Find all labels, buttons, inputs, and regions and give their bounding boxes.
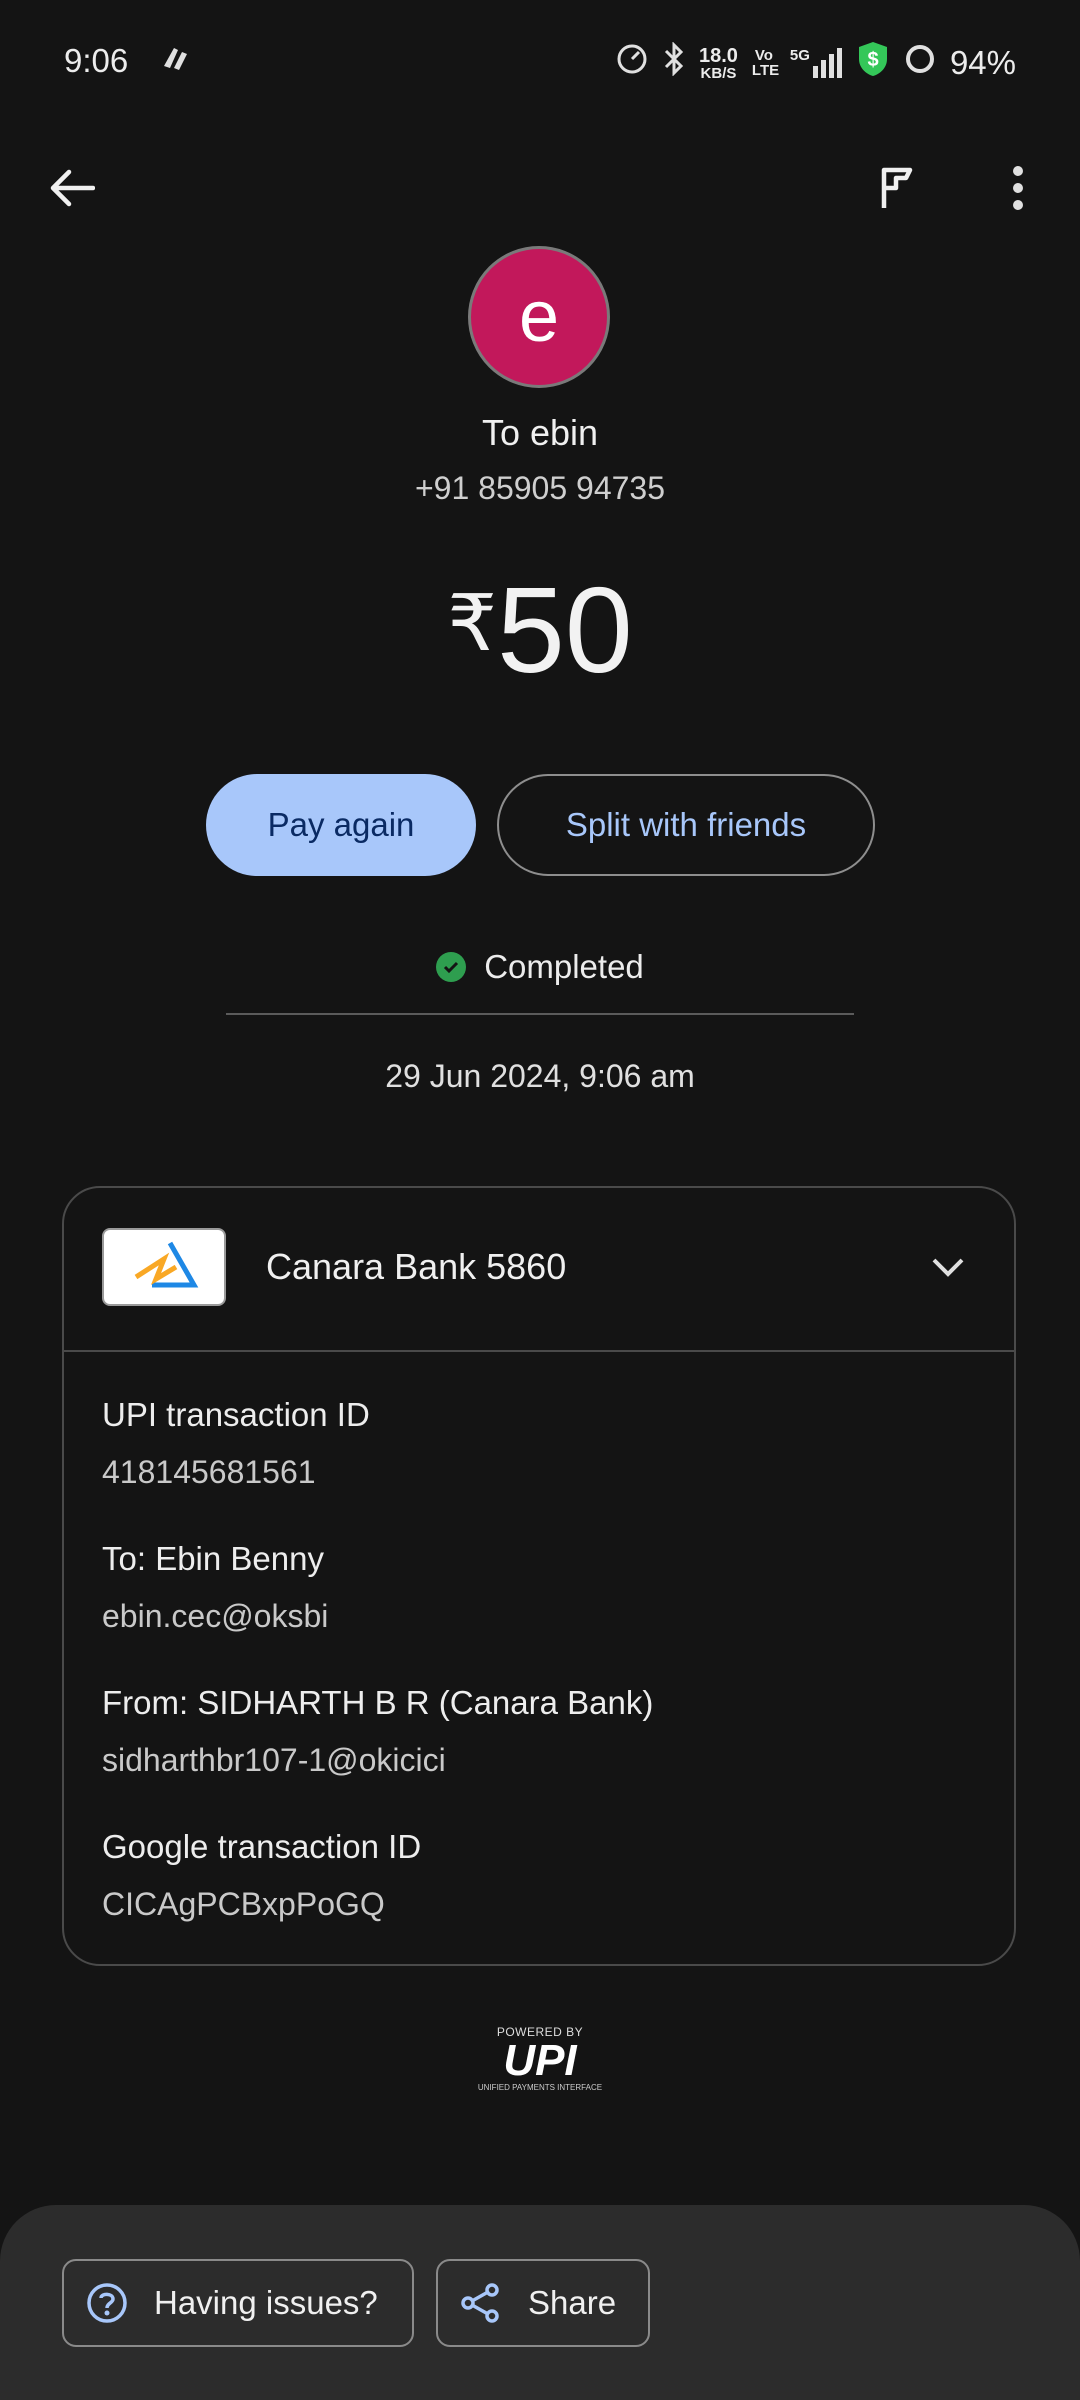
speedometer-icon xyxy=(615,42,649,84)
transaction-status: Completed xyxy=(0,948,1080,986)
amount-value: 50 xyxy=(496,562,633,698)
svg-text:$: $ xyxy=(867,49,878,71)
report-flag-button[interactable] xyxy=(870,160,926,216)
share-icon xyxy=(461,2283,499,2323)
divider xyxy=(226,1013,854,1015)
more-options-button[interactable] xyxy=(990,160,1046,216)
battery-percent: 94% xyxy=(949,44,1016,81)
having-issues-button[interactable]: Having issues? xyxy=(62,2259,414,2347)
avatar: e xyxy=(468,246,610,388)
amount: ₹50 xyxy=(0,560,1080,700)
canara-bank-logo xyxy=(102,1228,226,1306)
app-notification-icon xyxy=(160,44,192,79)
battery-ring-icon xyxy=(904,43,936,83)
upi-transaction-id-value: 418145681561 xyxy=(102,1454,316,1490)
share-button[interactable]: Share xyxy=(436,2259,650,2347)
to-label: To: Ebin Benny xyxy=(102,1540,324,1577)
having-issues-label: Having issues? xyxy=(154,2284,378,2321)
signal-icon: 5G xyxy=(790,48,842,78)
from-upi-id: sidharthbr107-1@okicici xyxy=(102,1742,446,1778)
back-button[interactable] xyxy=(44,160,100,216)
payee-title: To ebin xyxy=(481,412,599,453)
net-speed: 18.0 KB/S xyxy=(698,44,738,82)
currency-symbol: ₹ xyxy=(447,579,497,667)
status-icons: 18.0 KB/S Vo LTE 5G $ 94% xyxy=(615,40,1016,86)
payee-phone: +91 85905 94735 xyxy=(414,470,666,506)
upi-transaction-id-label: UPI transaction ID xyxy=(102,1396,370,1433)
to-upi-id: ebin.cec@oksbi xyxy=(102,1598,329,1634)
bluetooth-icon xyxy=(663,41,685,84)
back-arrow-icon xyxy=(50,169,95,207)
google-transaction-id-value: CICAgPCBxpPoGQ xyxy=(102,1886,385,1922)
status-label: Completed xyxy=(484,948,644,985)
check-circle-icon xyxy=(436,952,467,982)
volte-indicator: Vo LTE xyxy=(751,47,780,79)
pay-again-button[interactable]: Pay again xyxy=(206,774,476,876)
shield-dollar-icon: $ xyxy=(856,40,890,86)
share-label: Share xyxy=(528,2284,617,2321)
upi-logo: POWERED BY UPI UNIFIED PAYMENTS INTERFAC… xyxy=(477,2025,603,2092)
chevron-down-icon[interactable] xyxy=(924,1250,972,1286)
more-vert-icon xyxy=(1013,166,1023,210)
split-with-friends-button[interactable]: Split with friends xyxy=(497,774,875,876)
transaction-date: 29 Jun 2024, 9:06 am xyxy=(385,1058,695,1094)
google-transaction-id-label: Google transaction ID xyxy=(102,1828,422,1865)
bank-account-name: Canara Bank 5860 xyxy=(266,1246,567,1287)
flag-icon xyxy=(881,167,913,208)
help-circle-icon xyxy=(87,2283,127,2323)
status-time: 9:06 xyxy=(64,42,129,79)
from-label: From: SIDHARTH B R (Canara Bank) xyxy=(102,1684,654,1721)
